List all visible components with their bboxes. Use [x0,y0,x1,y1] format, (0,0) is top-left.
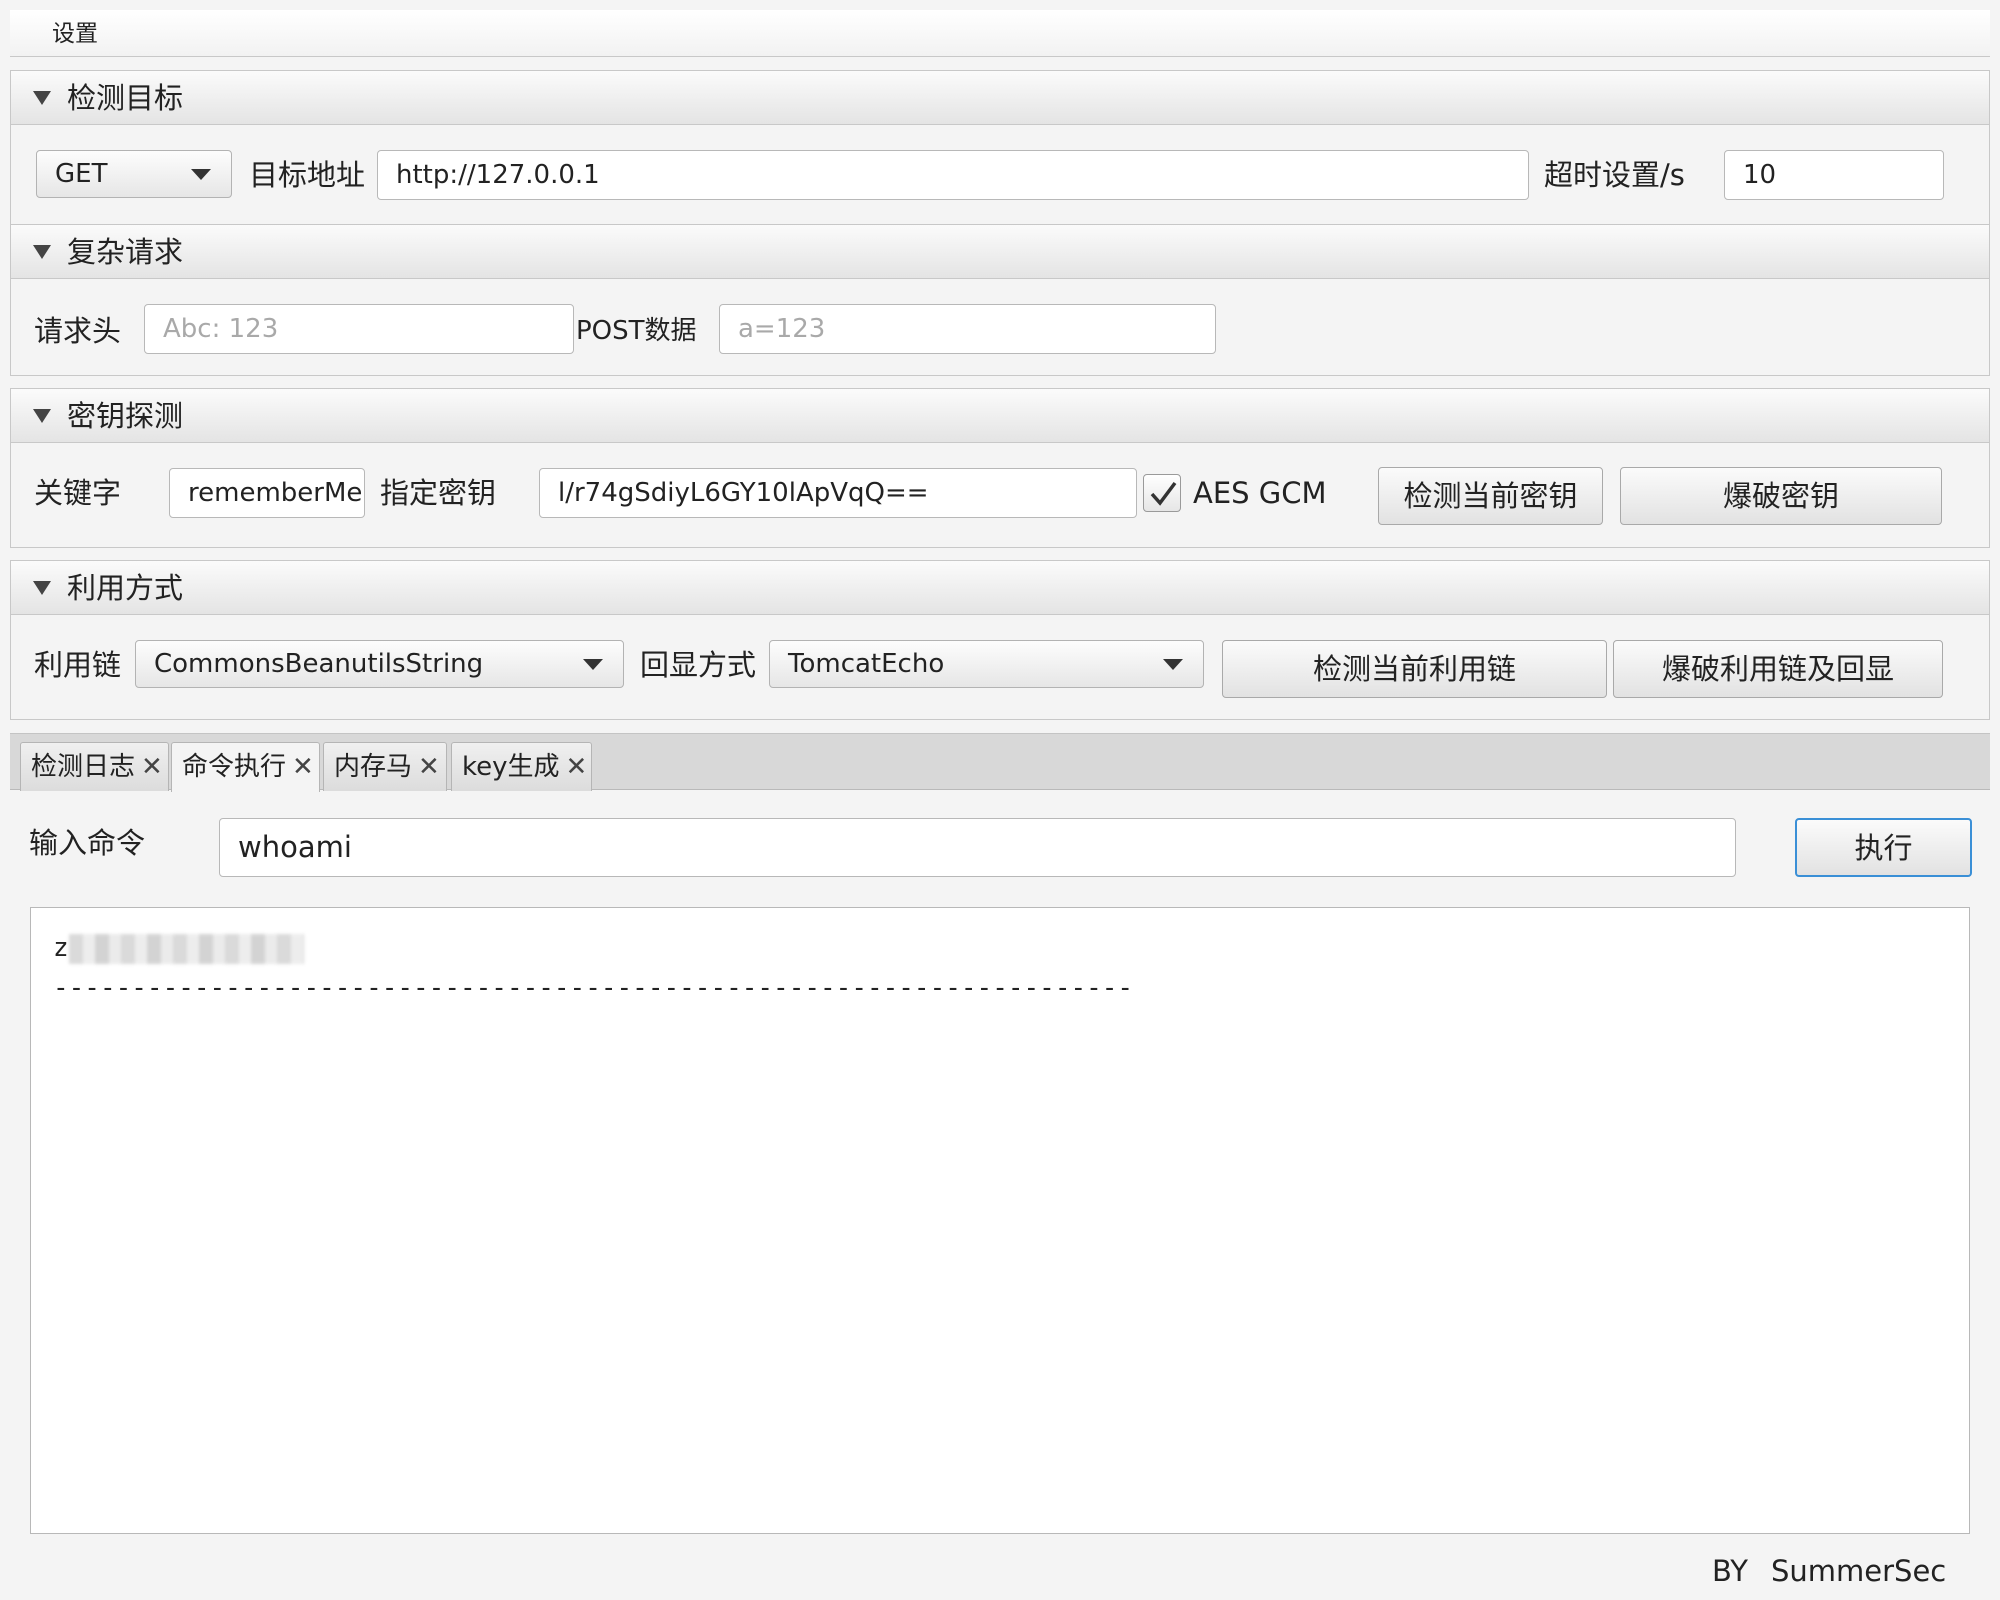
menu-bar: 设置 [10,10,1990,57]
headers-label: 请求头 [34,314,122,348]
close-icon[interactable]: ✕ [292,743,314,791]
output-separator: ----------------------------------------… [53,973,1134,1003]
keyword-input[interactable]: rememberMe [169,468,365,518]
collapse-triangle-icon [33,91,51,105]
tab-bar: 检测日志 ✕ 命令执行 ✕ 内存马 ✕ key生成 ✕ [10,733,1990,792]
brute-chain-button[interactable]: 爆破利用链及回显 [1613,640,1943,698]
echo-label: 回显方式 [640,648,757,682]
section-target-header[interactable]: 检测目标 [11,71,1989,125]
keyword-label: 关键字 [34,476,122,510]
headers-input[interactable]: Abc: 123 [144,304,574,354]
timeout-label: 超时设置/s [1544,158,1685,192]
tab-label: key生成 [462,752,560,782]
tab-label: 检测日志 [31,752,136,782]
url-input[interactable]: http://127.0.0.1 [377,150,1529,200]
echo-select[interactable]: TomcatEcho [769,640,1204,688]
output-first-char: z [53,933,69,963]
footer-author: SummerSec [1771,1554,1947,1588]
check-key-button[interactable]: 检测当前密钥 [1378,467,1603,525]
chain-label: 利用链 [34,648,122,682]
chain-select[interactable]: CommonsBeanutilsString [135,640,624,688]
section-target: 检测目标 GET 目标地址 http://127.0.0.1 超时设置/s 10 [10,70,1990,225]
tab-command-exec[interactable]: 命令执行 ✕ [171,742,320,792]
section-exploit-header[interactable]: 利用方式 [11,561,1989,615]
aes-gcm-checkbox[interactable] [1143,474,1181,512]
tab-label: 内存马 [334,752,413,782]
tab-key-gen[interactable]: key生成 ✕ [451,742,592,791]
footer-by: BY [1712,1554,1749,1588]
tab-detection-log[interactable]: 检测日志 ✕ [20,742,169,791]
key-input[interactable]: l/r74gSdiyL6GY10lApVqQ== [539,468,1137,518]
chevron-down-icon [583,659,603,670]
execute-button[interactable]: 执行 [1795,818,1972,877]
check-chain-button[interactable]: 检测当前利用链 [1222,640,1607,698]
section-complex: 复杂请求 请求头 Abc: 123 POST数据 a=123 [10,224,1990,376]
checkmark-icon [1150,481,1177,506]
command-output[interactable]: z --------------------------------------… [30,907,1970,1534]
redacted-output [68,933,304,964]
section-target-title: 检测目标 [67,81,184,115]
command-input[interactable]: whoami [219,818,1736,877]
url-label: 目标地址 [249,158,366,192]
chevron-down-icon [191,169,211,180]
section-exploit: 利用方式 利用链 CommonsBeanutilsString 回显方式 Tom… [10,560,1990,720]
echo-select-value: TomcatEcho [788,649,945,679]
method-select-value: GET [55,159,108,189]
aes-gcm-label: AES GCM [1193,476,1327,510]
section-key-header[interactable]: 密钥探测 [11,389,1989,443]
section-key-title: 密钥探测 [67,399,184,433]
command-input-label: 输入命令 [29,826,146,860]
collapse-triangle-icon [33,409,51,423]
method-select[interactable]: GET [36,150,232,198]
section-complex-title: 复杂请求 [67,235,184,269]
section-complex-header[interactable]: 复杂请求 [11,225,1989,279]
chain-select-value: CommonsBeanutilsString [154,649,484,679]
collapse-triangle-icon [33,581,51,595]
post-data-input[interactable]: a=123 [719,304,1216,354]
key-label: 指定密钥 [380,476,497,510]
close-icon[interactable]: ✕ [566,743,588,791]
collapse-triangle-icon [33,245,51,259]
post-data-label: POST数据 [576,316,697,346]
brute-key-button[interactable]: 爆破密钥 [1620,467,1942,525]
close-icon[interactable]: ✕ [418,743,440,791]
menu-settings[interactable]: 设置 [42,20,108,48]
timeout-input[interactable]: 10 [1724,150,1944,200]
tab-label: 命令执行 [182,752,287,782]
close-icon[interactable]: ✕ [141,743,163,791]
chevron-down-icon [1163,659,1183,670]
section-exploit-title: 利用方式 [67,571,184,605]
section-key: 密钥探测 关键字 rememberMe 指定密钥 l/r74gSdiyL6GY1… [10,388,1990,548]
tab-memshell[interactable]: 内存马 ✕ [323,742,447,791]
